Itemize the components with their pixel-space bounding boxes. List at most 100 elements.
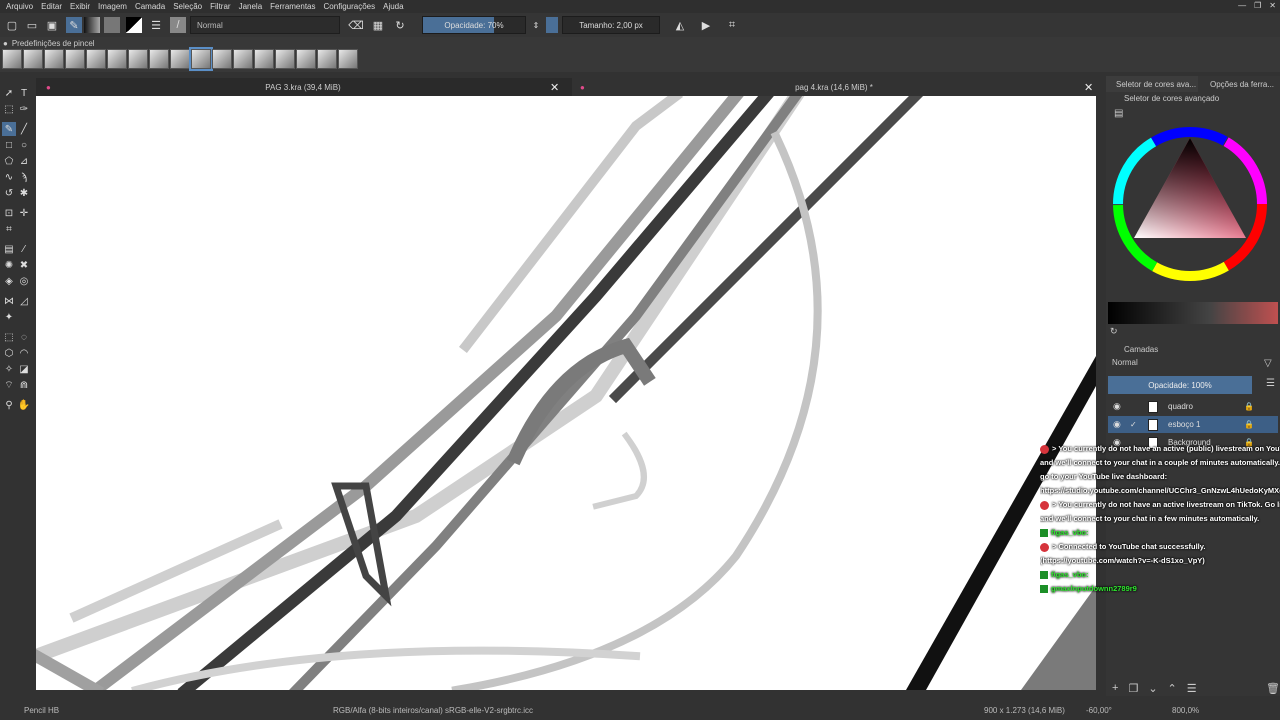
filter-icon[interactable]: ▽ [1264,358,1272,369]
rectangle-tool-icon[interactable]: □ [2,138,16,152]
lock-icon[interactable]: 🔒 [1244,420,1254,429]
menu-editar[interactable]: Editar [41,2,62,11]
tab-color-selector[interactable]: Seletor de cores ava... [1106,76,1198,92]
color-history-bar[interactable] [1108,302,1278,324]
crop-tool-icon[interactable]: ⌗ [2,222,16,236]
duplicate-layer-icon[interactable]: ❐ [1128,682,1138,695]
menu-ajuda[interactable]: Ajuda [383,2,403,11]
move-down-icon[interactable]: ⌄ [1148,682,1157,695]
pan-tool-icon[interactable]: ✋ [17,398,31,412]
open-folder-icon[interactable]: ▭ [24,17,40,33]
layer-menu-icon[interactable]: ☰ [1266,378,1275,389]
brush-preset[interactable] [212,49,232,69]
alpha-lock-icon[interactable]: ▦ [370,17,386,33]
ellipse-tool-icon[interactable]: ○ [17,138,31,152]
brush-preset[interactable] [128,49,148,69]
status-rotation[interactable]: -60,00° [1086,706,1112,715]
bezier-tool-icon[interactable]: ∿ [2,170,16,184]
size-handle[interactable] [546,17,558,33]
menu-exibir[interactable]: Exibir [70,2,90,11]
mirror-vertical-icon[interactable]: ▶ [698,17,714,33]
brush-preset[interactable] [275,49,295,69]
gradient-icon[interactable] [84,17,100,33]
calligraphy-icon[interactable]: ✑ [17,102,31,116]
menu-selecao[interactable]: Seleção [173,2,202,11]
tab-pag4[interactable]: ● pag 4.kra (14,6 MiB) * [572,78,1096,96]
freehand-brush-icon[interactable]: ✎ [2,122,16,136]
select-shapes-icon[interactable]: ➚ [2,86,16,100]
close-icon[interactable]: ✕ [1269,1,1276,10]
menu-camada[interactable]: Camada [135,2,165,11]
brush-preset[interactable] [233,49,253,69]
bezier-select-icon[interactable]: ⌔ [2,378,16,392]
brush-preset[interactable] [23,49,43,69]
layer-opacity-slider[interactable]: Opacidade: 100% [1108,376,1252,394]
brush-preset[interactable] [296,49,316,69]
brush-preset[interactable] [86,49,106,69]
edit-shapes-icon[interactable]: ⬚ [2,102,16,116]
color-picker-icon[interactable]: ⁄ [17,242,31,256]
save-icon[interactable]: ▣ [44,17,60,33]
stepper-icon[interactable]: ⇕ [528,17,544,33]
brush-preset[interactable] [338,49,358,69]
layer-settings-icon[interactable]: ☰ [148,17,164,33]
lock-icon[interactable]: 🔒 [1244,402,1254,411]
layer-row-quadro[interactable]: ◉ quadro 🔒 [1108,398,1278,415]
ellipse-select-icon[interactable]: ◌ [17,330,31,344]
eraser-icon[interactable]: ⌫ [348,17,364,33]
brush-preview-icon[interactable]: / [170,17,186,33]
menu-ferramentas[interactable]: Ferramentas [270,2,315,11]
close-tab-pag3-icon[interactable]: ✕ [550,81,559,94]
smart-patch-icon[interactable]: ✖ [17,258,31,272]
brush-editor-icon[interactable]: ✎ [66,17,82,33]
dynamic-brush-icon[interactable]: ↺ [2,186,16,200]
polygon-select-icon[interactable]: ⬡ [2,346,16,360]
rect-select-icon[interactable]: ⬚ [2,330,16,344]
text-tool-icon[interactable]: T [17,86,31,100]
menu-janela[interactable]: Janela [239,2,263,11]
reference-tool-icon[interactable]: ✦ [2,310,16,324]
brush-preset[interactable] [189,47,213,71]
fg-bg-color-icon[interactable] [126,17,142,33]
contiguous-select-icon[interactable]: ✧ [2,362,16,376]
brush-preset[interactable] [254,49,274,69]
multibrush-icon[interactable]: ✱ [17,186,31,200]
visibility-eye-icon[interactable]: ◉ [1113,401,1121,412]
brush-preset[interactable] [44,49,64,69]
similar-select-icon[interactable]: ◪ [17,362,31,376]
magnetic-select-icon[interactable]: ⋒ [17,378,31,392]
tab-tool-options[interactable]: Opções da ferra... [1200,76,1280,92]
transform-tool-icon[interactable]: ⊡ [2,206,16,220]
color-wheel[interactable] [1110,124,1276,284]
reload-icon[interactable]: ↻ [392,17,408,33]
restore-icon[interactable]: ❐ [1254,1,1261,10]
wrap-around-icon[interactable]: ⌗ [724,17,740,33]
brush-preset[interactable] [107,49,127,69]
opacity-slider[interactable]: Opacidade: 70% [422,16,526,34]
menu-arquivo[interactable]: Arquivo [6,2,33,11]
freehand-select-icon[interactable]: ◠ [17,346,31,360]
polyline-tool-icon[interactable]: ⊿ [17,154,31,168]
move-up-icon[interactable]: ⌃ [1168,682,1177,695]
minimize-icon[interactable]: — [1238,1,1246,10]
zoom-tool-icon[interactable]: ⚲ [2,398,16,412]
drawing-canvas[interactable] [36,96,1096,690]
brush-preset[interactable] [149,49,169,69]
brush-preset[interactable] [317,49,337,69]
pattern-icon[interactable] [104,17,120,33]
measure-tool-icon[interactable]: ◿ [17,294,31,308]
new-document-icon[interactable]: ▢ [4,17,20,33]
brush-preset[interactable] [2,49,22,69]
brush-preset[interactable] [170,49,190,69]
layer-blend-select[interactable]: Normal [1108,358,1254,372]
brush-preset[interactable] [65,49,85,69]
gradient-tool-icon[interactable]: ▤ [2,242,16,256]
mirror-horizontal-icon[interactable]: ◭ [672,17,688,33]
tab-pag3[interactable]: ● PAG 3.kra (39,4 MiB) [36,78,570,96]
colorize-mask-icon[interactable]: ✺ [2,258,16,272]
visibility-eye-icon[interactable]: ◉ [1113,419,1121,430]
polygon-tool-icon[interactable]: ⬠ [2,154,16,168]
delete-layer-icon[interactable]: 🗑 [1266,682,1280,695]
refresh-icon[interactable]: ↻ [1110,326,1118,337]
assistant-tool-icon[interactable]: ⋈ [2,294,16,308]
